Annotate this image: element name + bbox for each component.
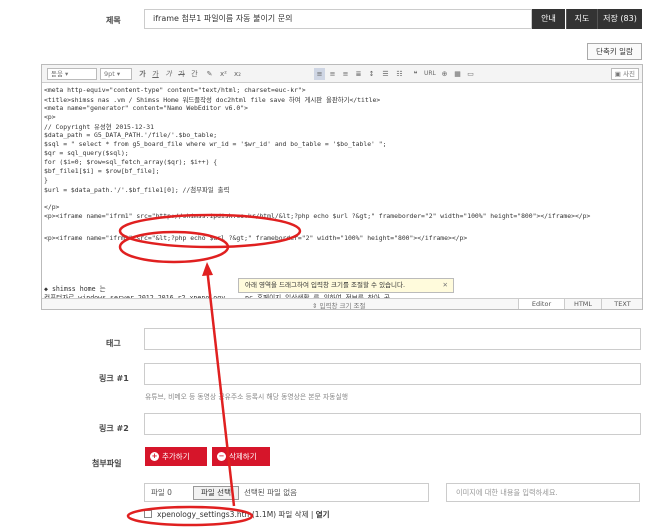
bold-icon[interactable]: 가 [137,68,148,80]
editor-toolbar: 돋움 ▾ 9pt ▾ 가 가 가 가 간 ✎ x² x₂ ≡ ≡ ≡ ≣ ↕ ☰… [42,65,642,83]
add-file-button[interactable]: + 추가하기 [145,447,207,466]
strikethrough-icon[interactable]: 가 [176,68,187,80]
code-line: for ($i=0; $row=sql_fetch_array($qr); $i… [44,158,218,166]
existing-attachment: xpenology_settings3.htm(1.1M) 파일 삭제 | 열기 [144,509,330,520]
file-select-button[interactable]: 파일 선택 [193,486,239,500]
table-icon[interactable]: ▦ [452,68,463,80]
font-family-select[interactable]: 돋움 ▾ [47,68,97,80]
link2-label: 링크 #2 [99,424,129,433]
code-line: $qr = sql_query($sql); [44,149,129,157]
link1-input[interactable] [144,363,641,385]
save-button[interactable]: 저장 (83) [597,9,642,29]
line-height-icon[interactable]: ↕ [366,68,377,80]
attachment-name[interactable]: xpenology_settings3.htm [157,510,252,519]
tab-html[interactable]: HTML [564,299,601,309]
bullet-list-icon[interactable]: ☷ [394,68,405,80]
link-icon[interactable]: URL [424,68,436,80]
subject-input[interactable]: iframe 첨부1 파일이름 자동 불이기 문의 [144,9,532,29]
code-line: $data_path = G5_DATA_PATH.'/file/'.$bo_t… [44,131,218,139]
code-line: <p> [44,113,56,121]
tab-editor[interactable]: Editor [518,299,564,309]
resize-label: ⇕ 입력창 크기 조절 [312,302,366,310]
code-line: <p><iframe name="ifrm1" src="&lt;?php ec… [44,234,468,242]
file-upload-row: 파일 0 파일 선택 선택된 파일 없음 [144,483,429,502]
attachment-open-link[interactable]: 열기 [316,510,330,519]
code-line: </p> [44,203,60,211]
numbered-list-icon[interactable]: ☰ [380,68,391,80]
code-line: <meta http-equiv="content-type" content=… [44,86,306,94]
tag-input[interactable] [144,328,641,350]
font-size-select[interactable]: 9pt ▾ [100,68,132,80]
align-justify-icon[interactable]: ≣ [353,68,364,80]
rich-text-editor[interactable]: 돋움 ▾ 9pt ▾ 가 가 가 가 간 ✎ x² x₂ ≡ ≡ ≡ ≣ ↕ ☰… [41,64,643,310]
code-line: // Copyright 유성현 2015-12-31 [44,123,154,131]
no-file-text: 선택된 파일 없음 [244,488,298,497]
file-count: 파일 0 [151,488,172,497]
italic-icon[interactable]: 가 [163,68,174,80]
subscript-icon[interactable]: x₂ [232,68,243,80]
close-icon[interactable]: ✕ [443,279,448,292]
resize-tooltip: 아래 영역을 드래그하여 입력창 크기를 조절할 수 있습니다. ✕ [238,278,454,293]
tag-label: 태그 [106,339,121,348]
tab-text[interactable]: TEXT [601,299,643,309]
underline-icon[interactable]: 가 [150,68,161,80]
code-line: $url = $data_path.'/'.$bf_file1[0]; //첨부… [44,186,230,194]
minus-icon: − [217,452,226,461]
shortcut-list-button[interactable]: 단축키 일람 [587,43,642,60]
subject-label: 제목 [106,16,121,25]
code-line: <meta name="generator" content="Namo Web… [44,104,248,112]
code-line: $sql = " select * from g5_board_file whe… [44,140,387,148]
photo-upload-button[interactable]: ▣ 사진 [610,68,639,80]
quote-icon[interactable]: ❝ [410,68,421,80]
attachment-size: (1.1M) [251,510,277,519]
align-center-icon[interactable]: ≡ [327,68,338,80]
code-line: <p><iframe name="ifrm1" src="http://shim… [44,212,591,220]
link2-input[interactable] [144,413,641,435]
fullscreen-icon[interactable]: ▭ [465,68,476,80]
attach-label: 첨부파일 [92,459,122,468]
attachment-delete-label: 파일 삭제 [278,510,309,519]
link1-label: 링크 #1 [99,374,129,383]
highlight-icon[interactable]: ✎ [204,68,215,80]
delete-checkbox[interactable] [144,510,152,518]
map-button[interactable]: 지도 [566,9,597,29]
guide-button[interactable]: 안내 [532,9,565,29]
link1-hint: 유튜브, 비메오 등 동영상 공유주소 등록시 해당 동영상은 본문 자동실행 [145,393,348,401]
code-line: $bf_file1[$i] = $row[bf_file]; [44,167,160,175]
align-left-icon[interactable]: ≡ [314,68,325,80]
special-char-icon[interactable]: ⊕ [439,68,450,80]
code-line: <title>shimss nas .vm / Shimss Home 워드플작… [44,96,381,104]
editor-resize-bar[interactable]: ⇕ 입력창 크기 조절 Editor HTML TEXT [42,298,643,310]
delete-file-button[interactable]: − 삭제하기 [212,447,270,466]
align-right-icon[interactable]: ≡ [340,68,351,80]
plus-icon: + [150,452,159,461]
tooltip-text: 아래 영역을 드래그하여 입력창 크기를 조절할 수 있습니다. [245,281,406,289]
image-description-input[interactable]: 이미지에 대한 내용을 입력하세요. [446,483,640,502]
code-line: } [44,176,48,184]
photo-icon: ▣ [614,70,621,78]
superscript-icon[interactable]: x² [218,68,229,80]
font-color-icon[interactable]: 간 [189,68,200,80]
